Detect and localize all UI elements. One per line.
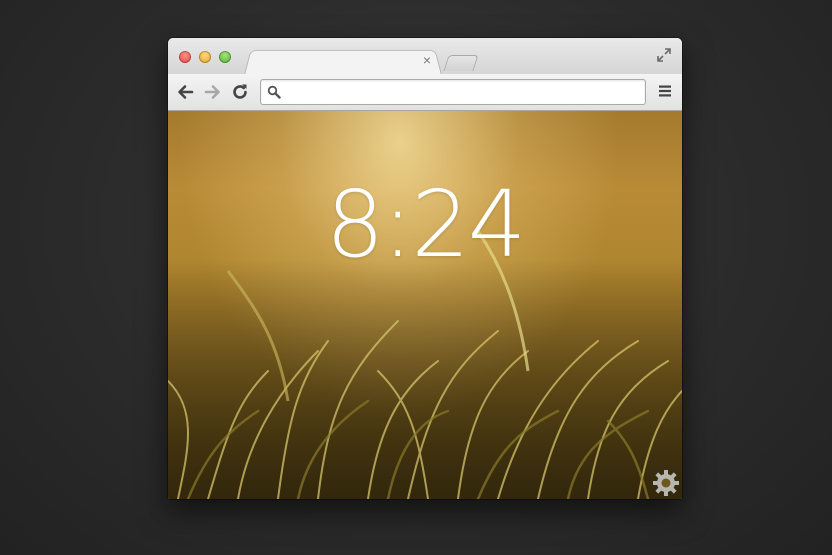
address-input[interactable] xyxy=(287,82,641,102)
forward-arrow-icon[interactable] xyxy=(204,83,222,101)
minimize-window-icon[interactable] xyxy=(199,51,211,63)
address-bar[interactable] xyxy=(260,79,646,105)
zoom-window-icon[interactable] xyxy=(219,51,231,63)
tab-close-icon[interactable]: × xyxy=(420,53,434,67)
close-window-icon[interactable] xyxy=(179,51,191,63)
search-icon xyxy=(267,85,281,99)
grass-background-image xyxy=(168,230,682,499)
back-arrow-icon[interactable] xyxy=(176,83,194,101)
new-tab-button[interactable] xyxy=(443,55,479,71)
reload-icon[interactable] xyxy=(231,83,249,101)
hamburger-menu-icon[interactable] xyxy=(658,84,672,98)
tab-active[interactable] xyxy=(244,49,442,75)
title-bar: × xyxy=(168,38,682,75)
fullscreen-icon[interactable] xyxy=(656,47,672,63)
new-tab-page: 8:24 xyxy=(168,111,682,499)
toolbar xyxy=(168,74,682,111)
gear-icon[interactable] xyxy=(651,468,681,498)
clock-time: 8:24 xyxy=(325,171,527,278)
browser-window: × 8:24 xyxy=(168,38,682,499)
